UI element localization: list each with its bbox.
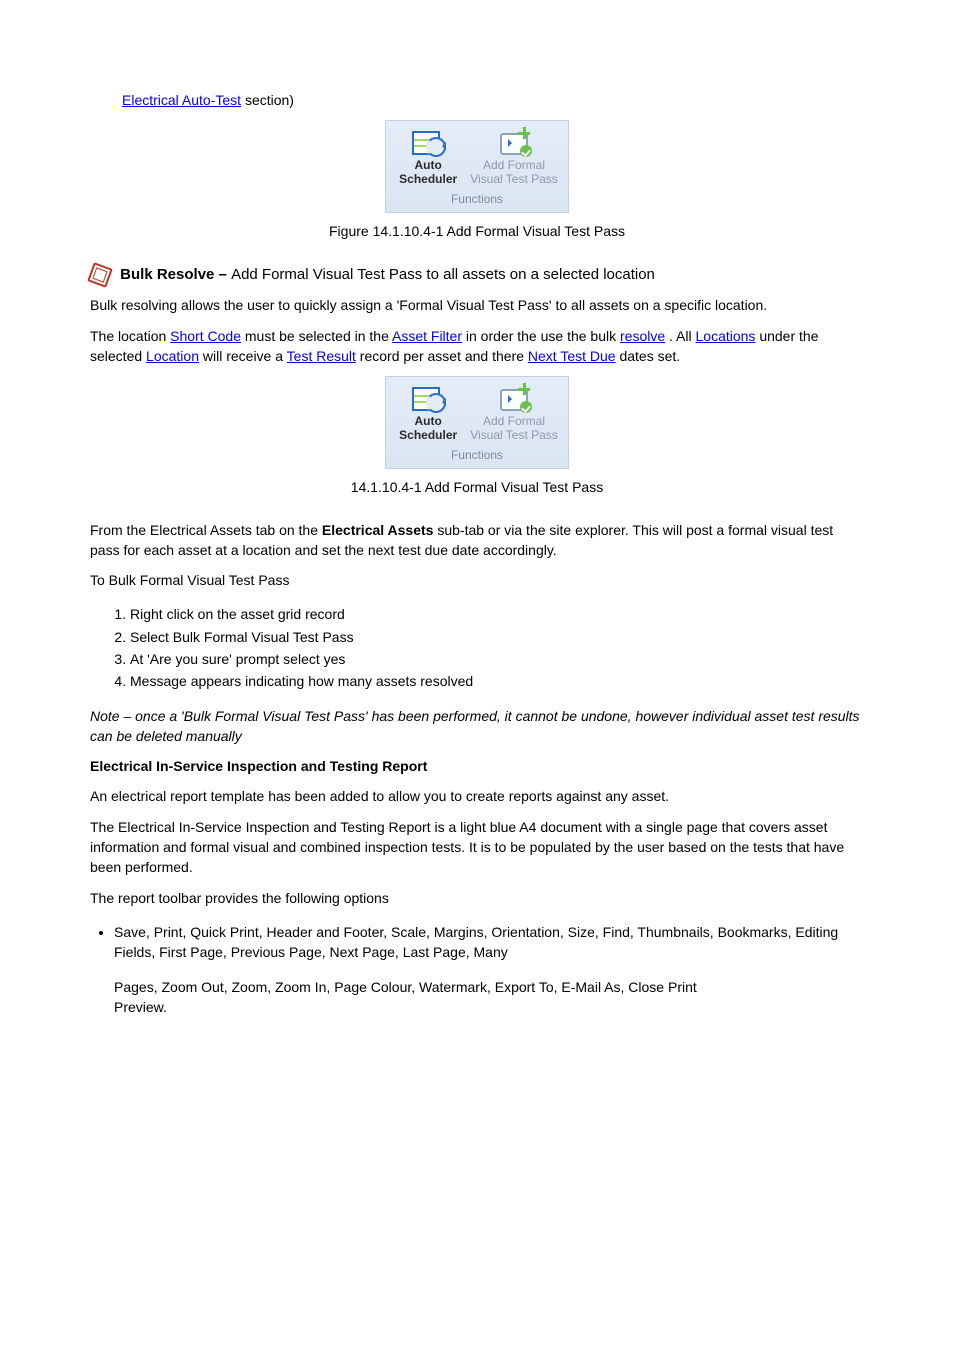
add-formal-visual-test-pass-button-2[interactable]: Add Formal Visual Test Pass — [470, 383, 558, 443]
electrical-assets-bold: Electrical Assets — [322, 522, 434, 538]
ribbon-functions-group: Auto Scheduler Add Formal Visual Test Pa… — [385, 120, 569, 213]
add-formal-visual-test-pass-button[interactable]: Add Formal Visual Test Pass — [470, 127, 558, 187]
ribbon-group-label: Functions — [451, 191, 503, 208]
figure-1: Auto Scheduler Add Formal Visual Test Pa… — [90, 120, 864, 213]
ribbon-group-label-2: Functions — [451, 447, 503, 464]
test-result-link[interactable]: Test Result — [287, 348, 356, 364]
next-test-due-link[interactable]: Next Test Due — [528, 348, 616, 364]
calendar-cycle-icon — [410, 383, 446, 413]
bulk-resolve-p4: From the Electrical Assets tab on the El… — [90, 520, 864, 561]
short-code-link[interactable]: Short Code — [170, 328, 241, 344]
intro-line: Electrical Auto-Test section) — [122, 90, 864, 110]
asset-filter-link[interactable]: Asset Filter — [392, 328, 462, 344]
text: From the Electrical Assets tab on the — [90, 522, 322, 538]
ribbon-functions-group-2: Auto Scheduler Add Formal Visual Test Pa… — [385, 376, 569, 469]
toolbar-line: Save, Print, Quick Print, Header and Foo… — [114, 922, 864, 963]
text: record per asset and there — [360, 348, 528, 364]
intro-tail: section) — [241, 92, 294, 108]
bulk-resolve-heading-main: Bulk Resolve – — [120, 266, 231, 283]
bulk-resolve-p2: The location Short Code must be selected… — [90, 326, 864, 367]
figure-2: Auto Scheduler Add Formal Visual Test Pa… — [90, 376, 864, 469]
report-p2: The Electrical In-Service Inspection and… — [90, 817, 864, 878]
report-toolbar-intro: The report toolbar provides the followin… — [90, 888, 864, 908]
text: in order the use the bulk — [466, 328, 620, 344]
steps-list: Right click on the asset grid record Sel… — [90, 604, 864, 691]
text: must be selected in the — [245, 328, 392, 344]
auto-scheduler-button[interactable]: Auto Scheduler — [396, 127, 460, 187]
add-formal-label-2: Visual Test Pass — [470, 173, 558, 187]
auto-scheduler-label-2: Scheduler — [399, 429, 457, 443]
toolbar-line-2: Pages, Zoom Out, Zoom, Zoom In, Page Col… — [90, 977, 864, 997]
text: will receive a — [203, 348, 287, 364]
step-item: Message appears indicating how many asse… — [130, 671, 864, 691]
add-formal-label-2: Visual Test Pass — [470, 429, 558, 443]
auto-scheduler-label-1: Auto — [415, 415, 442, 429]
step-item: Right click on the asset grid record — [130, 604, 864, 624]
report-heading-text: Electrical In-Service Inspection and Tes… — [90, 758, 427, 774]
report-heading: Electrical In-Service Inspection and Tes… — [90, 756, 864, 776]
step-item: Select Bulk Formal Visual Test Pass — [130, 627, 864, 647]
report-p1: An electrical report template has been a… — [90, 786, 864, 806]
add-formal-label-1: Add Formal — [483, 159, 545, 173]
report-toolbar-list: Save, Print, Quick Print, Header and Foo… — [90, 922, 864, 963]
figure-1-caption: Figure 14.1.10.4-1 Add Formal Visual Tes… — [90, 221, 864, 241]
text: dates set. — [619, 348, 680, 364]
toolbar-line-3: Preview. — [90, 997, 864, 1017]
calendar-cycle-icon — [410, 127, 446, 157]
locations-link[interactable]: Locations — [696, 328, 756, 344]
auto-scheduler-button-2[interactable]: Auto Scheduler — [396, 383, 460, 443]
text: The location — [90, 328, 170, 344]
step-item: At 'Are you sure' prompt select yes — [130, 649, 864, 669]
monitor-check-plus-icon — [496, 127, 532, 157]
resolve-link[interactable]: resolve — [620, 328, 665, 344]
electrical-auto-test-link[interactable]: Electrical Auto-Test — [122, 92, 241, 108]
section-badge-icon — [87, 262, 113, 288]
text: . All — [669, 328, 695, 344]
bulk-resolve-heading-sub: Add Formal Visual Test Pass to all asset… — [231, 266, 655, 283]
bulk-resolve-note: Note – once a 'Bulk Formal Visual Test P… — [90, 706, 864, 747]
figure-2-caption: 14.1.10.4-1 Add Formal Visual Test Pass — [90, 477, 864, 497]
note-text: Note – once a 'Bulk Formal Visual Test P… — [90, 708, 860, 744]
monitor-check-plus-icon — [496, 383, 532, 413]
auto-scheduler-label-1: Auto — [415, 159, 442, 173]
bulk-resolve-p1: Bulk resolving allows the user to quickl… — [90, 295, 864, 315]
auto-scheduler-label-2: Scheduler — [399, 173, 457, 187]
steps-intro: To Bulk Formal Visual Test Pass — [90, 570, 864, 590]
add-formal-label-1: Add Formal — [483, 415, 545, 429]
bulk-resolve-heading: Bulk Resolve – Add Formal Visual Test Pa… — [90, 264, 864, 286]
location-link[interactable]: Location — [146, 348, 199, 364]
